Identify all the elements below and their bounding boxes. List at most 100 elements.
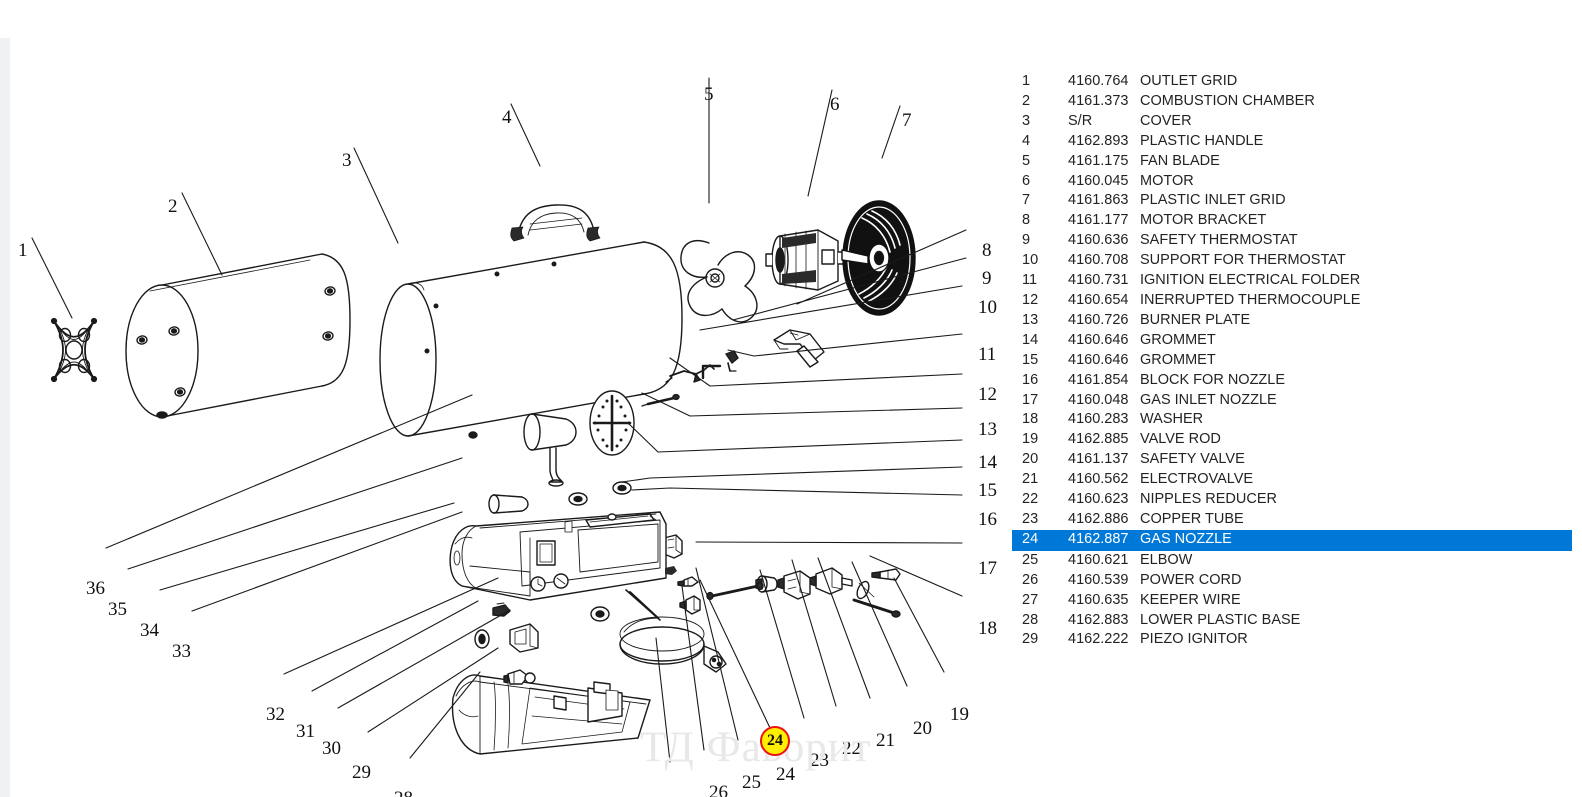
part-code-cell: 4160.636 [1068,232,1129,249]
callout-number-36: 36 [86,578,105,599]
part-number-cell: 3 [1022,112,1031,129]
callout-number-25: 25 [742,772,761,793]
watermark-text: ТД Фаворит [640,724,872,771]
part-code-cell: 4162.886 [1068,510,1129,527]
table-row[interactable]: 5 4161.175 FAN BLADE [1012,152,1572,172]
callout-number-10: 10 [978,297,997,318]
table-row[interactable]: 22 4160.623 NIPPLES REDUCER [1012,490,1572,510]
callout-number-13: 13 [978,419,997,440]
part-code-cell: 4162.893 [1068,132,1129,149]
part-code-cell: 4161.373 [1068,92,1129,109]
callout-number-19: 19 [950,704,969,725]
table-row[interactable]: 29 4162.222 PIEZO IGNITOR [1012,630,1572,650]
part-code-cell: 4160.764 [1068,73,1129,89]
parts-list-table[interactable]: 1 4160.764 OUTLET GRID 2 4161.373 COMBUSTION … [1012,72,1572,650]
part-code-cell: 4161.137 [1068,451,1129,468]
table-row[interactable]: 24 4162.887 GAS NOZZLE [1012,529,1572,551]
table-row[interactable]: 4 4162.893 PLASTIC HANDLE [1012,132,1572,152]
part-number-cell: 13 [1022,311,1039,328]
table-row[interactable]: 8 4161.177 MOTOR BRACKET [1012,211,1572,231]
part-code-cell: 4160.621 [1068,551,1129,568]
part-number-cell: 1 [1022,73,1031,89]
part-description-cell: GAS NOZZLE [1140,529,1572,551]
table-row[interactable]: 11 4160.731 IGNITION ELECTRICAL FOLDER [1012,271,1572,291]
part-description-cell: PIEZO IGNITOR [1140,631,1248,648]
part-description-cell: INERRUPTED THERMOCOUPLE [1140,291,1361,308]
callout-number-29: 29 [352,762,371,783]
callout-number-9: 9 [982,268,992,289]
table-row[interactable]: 14 4160.646 GROMMET [1012,331,1572,351]
part-number-cell: 26 [1022,571,1039,588]
part-number-cell: 18 [1022,411,1039,428]
callout-number-31: 31 [296,721,315,742]
part-code-cell: 4160.045 [1068,172,1129,189]
part-number-cell: 14 [1022,331,1039,348]
part-description-cell: IGNITION ELECTRICAL FOLDER [1140,272,1361,289]
table-row[interactable]: 19 4162.885 VALVE ROD [1012,430,1572,450]
callout-number-18: 18 [978,618,997,639]
part-number-cell: 6 [1022,172,1031,189]
table-row[interactable]: 17 4160.048 GAS INLET NOZZLE [1012,391,1572,411]
part-number-cell: 23 [1022,510,1039,527]
part-description-cell: GROMMET [1140,331,1216,348]
table-row[interactable]: 27 4160.635 KEEPER WIRE [1012,591,1572,611]
part-code-cell: 4160.623 [1068,491,1129,508]
table-row[interactable]: 16 4161.854 BLOCK FOR NOZZLE [1012,371,1572,391]
part-description-cell: KEEPER WIRE [1140,591,1241,608]
table-row[interactable]: 23 4162.886 COPPER TUBE [1012,510,1572,530]
part-code-cell: 4160.726 [1068,311,1129,328]
part-description-cell: VALVE ROD [1140,431,1221,448]
table-row[interactable]: 6 4160.045 MOTOR [1012,172,1572,192]
part-code-cell: 4161.177 [1068,212,1129,229]
table-row[interactable]: 13 4160.726 BURNER PLATE [1012,311,1572,331]
part-description-cell: PLASTIC INLET GRID [1140,192,1286,209]
table-row[interactable]: 3 S/R COVER [1012,112,1572,132]
part-code-cell: 4161.175 [1068,152,1129,169]
callout-number-34: 34 [140,620,160,641]
part-number-cell: 17 [1022,391,1039,408]
callout-number-2: 2 [168,196,178,217]
part-description-cell: GAS INLET NOZZLE [1140,391,1277,408]
table-row[interactable]: 9 4160.636 SAFETY THERMOSTAT [1012,231,1572,251]
table-row[interactable]: 12 4160.654 INERRUPTED THERMOCOUPLE [1012,291,1572,311]
part-code-cell: 4160.646 [1068,351,1129,368]
part-code-cell: 4162.885 [1068,431,1129,448]
part-code-cell: 4160.646 [1068,331,1129,348]
callout-number-6: 6 [830,94,840,115]
table-row[interactable]: 20 4161.137 SAFETY VALVE [1012,450,1572,470]
part-description-cell: GROMMET [1140,351,1216,368]
part-number-cell: 24 [1012,529,1068,551]
part-number-cell: 11 [1022,272,1038,289]
part-description-cell: LOWER PLASTIC BASE [1140,611,1301,628]
part-description-cell: SAFETY THERMOSTAT [1140,232,1298,249]
table-row[interactable]: 2 4161.373 COMBUSTION CHAMBER [1012,92,1572,112]
callout-number-15: 15 [978,480,997,501]
table-row[interactable]: 7 4161.863 PLASTIC INLET GRID [1012,191,1572,211]
table-row[interactable]: 1 4160.764 OUTLET GRID [1012,72,1572,92]
part-number-cell: 5 [1022,152,1031,169]
callout-number-20: 20 [913,718,932,739]
part-number-cell: 12 [1022,291,1039,308]
table-row[interactable]: 18 4160.283 WASHER [1012,410,1572,430]
part-number-cell: 8 [1022,212,1031,229]
part-description-cell: OUTLET GRID [1140,73,1238,89]
callout-number-5: 5 [704,84,714,105]
part-number-cell: 19 [1022,431,1039,448]
part-description-cell: COVER [1140,112,1192,129]
table-row[interactable]: 28 4162.883 LOWER PLASTIC BASE [1012,611,1572,631]
part-number-cell: 15 [1022,351,1039,368]
part-number-cell: 10 [1022,252,1039,269]
table-row[interactable]: 21 4160.562 ELECTROVALVE [1012,470,1572,490]
part-description-cell: ELBOW [1140,551,1193,568]
callout-number-14: 14 [978,452,998,473]
callout-number-32: 32 [266,704,285,725]
part-code-cell: 4160.731 [1068,272,1129,289]
table-row[interactable]: 26 4160.539 POWER CORD [1012,571,1572,591]
part-code-cell: 4160.562 [1068,471,1129,488]
callout-number-28: 28 [394,788,413,797]
part-code-cell: 4161.854 [1068,371,1129,388]
callout-number-17: 17 [978,558,997,579]
table-row[interactable]: 15 4160.646 GROMMET [1012,351,1572,371]
table-row[interactable]: 25 4160.621 ELBOW [1012,551,1572,571]
table-row[interactable]: 10 4160.708 SUPPORT FOR THERMOSTAT [1012,251,1572,271]
